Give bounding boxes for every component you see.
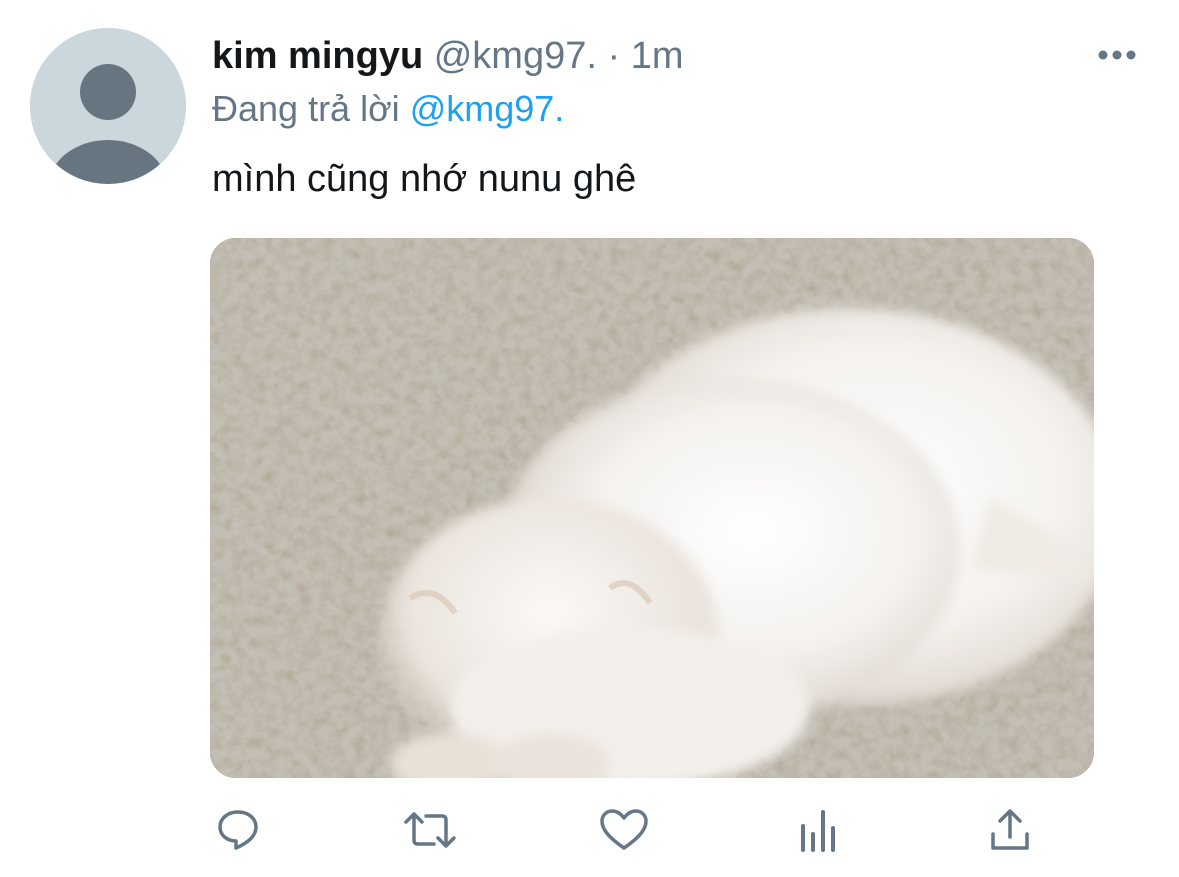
cat-photo-icon [210, 238, 1094, 778]
analytics-icon [801, 810, 835, 852]
reply-button[interactable] [208, 800, 268, 860]
author-handle[interactable]: @kmg97. [434, 35, 597, 77]
default-profile-icon [30, 28, 186, 184]
tweet-photo[interactable] [210, 238, 1094, 778]
share-icon [991, 809, 1029, 850]
comment-icon [218, 810, 258, 850]
tweet[interactable]: kim mingyu @kmg97. · 1m Đang trả lời @km… [0, 0, 1179, 877]
reply-mention-link[interactable]: @kmg97. [410, 88, 565, 129]
header-separator: · [607, 35, 621, 77]
avatar[interactable] [30, 28, 186, 184]
retweet-icon [404, 812, 456, 848]
replying-to: Đang trả lời @kmg97. [212, 88, 564, 130]
tweet-timestamp[interactable]: 1m [631, 35, 684, 77]
share-button[interactable] [980, 800, 1040, 860]
retweet-button[interactable] [400, 800, 460, 860]
like-button[interactable] [594, 800, 654, 860]
replying-to-label: Đang trả lời [212, 88, 400, 129]
more-icon [1098, 50, 1136, 60]
tweet-actions [0, 800, 1179, 860]
tweet-text: mình cũng nhớ nunu ghê [212, 158, 637, 200]
author-name[interactable]: kim mingyu [212, 35, 423, 77]
more-options-button[interactable] [1094, 40, 1140, 70]
heart-icon [600, 809, 648, 850]
analytics-button[interactable] [788, 800, 848, 860]
tweet-header: kim mingyu @kmg97. · 1m [212, 34, 684, 78]
